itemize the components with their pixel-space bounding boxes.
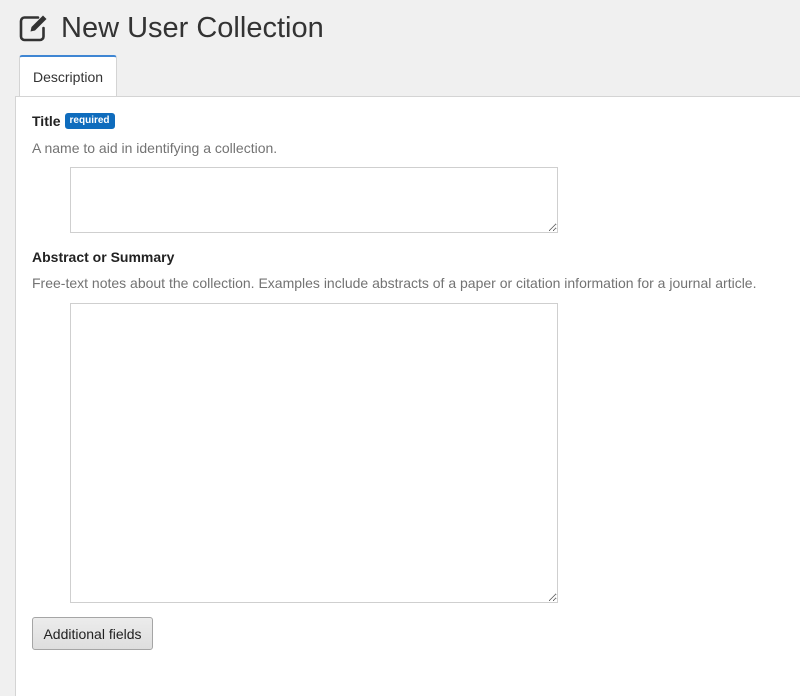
title-help-text: A name to aid in identifying a collectio… — [32, 140, 278, 156]
title-input[interactable] — [70, 167, 558, 233]
abstract-field-label: Abstract or Summary — [32, 249, 175, 265]
page-header: New User Collection — [18, 8, 324, 48]
title-field-label: Title required — [32, 113, 115, 132]
required-badge: required — [64, 113, 115, 129]
tab-bar: Description — [19, 55, 117, 97]
edit-icon — [19, 15, 47, 42]
tab-description[interactable]: Description — [19, 55, 117, 96]
abstract-input[interactable] — [70, 303, 558, 603]
page-title: New User Collection — [61, 12, 324, 44]
title-label-text: Title — [32, 113, 61, 129]
abstract-help-text: Free-text notes about the collection. Ex… — [32, 275, 757, 291]
additional-fields-button[interactable]: Additional fields — [32, 617, 153, 650]
description-panel: Title required A name to aid in identifyi… — [15, 96, 800, 696]
